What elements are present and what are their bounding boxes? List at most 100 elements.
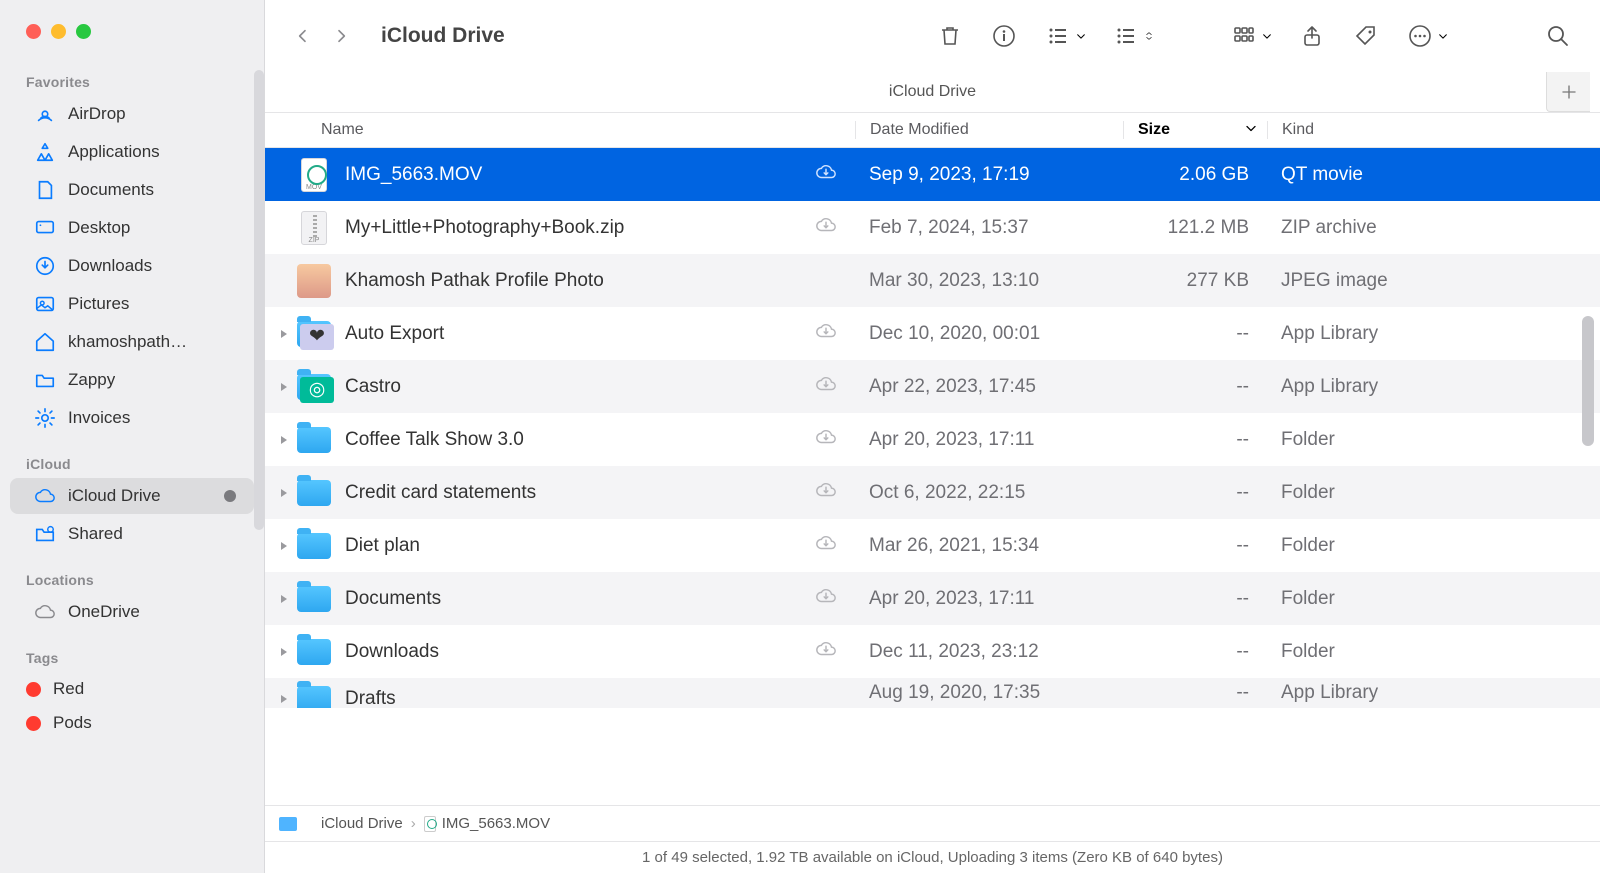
column-kind[interactable]: Kind xyxy=(1267,121,1600,139)
folder-icon xyxy=(297,686,331,708)
view-mode-menu[interactable] xyxy=(1230,22,1272,50)
cloud-download-icon[interactable] xyxy=(815,585,837,613)
file-row[interactable]: Drafts Aug 19, 2020, 17:35 -- App Librar… xyxy=(265,678,1600,708)
sidebar-item[interactable]: Zappy xyxy=(10,362,254,398)
app-folder-icon: ◎ xyxy=(297,374,331,400)
file-row[interactable]: Coffee Talk Show 3.0 Apr 20, 2023, 17:11… xyxy=(265,413,1600,466)
actions-menu[interactable] xyxy=(1406,22,1448,50)
sidebar-item[interactable]: iCloud Drive xyxy=(10,478,254,514)
file-row[interactable]: Documents Apr 20, 2023, 17:11 -- Folder xyxy=(265,572,1600,625)
cloud-download-icon[interactable] xyxy=(815,426,837,454)
cloud-download-icon[interactable] xyxy=(815,373,837,401)
sidebar-tag[interactable]: Pods xyxy=(0,706,264,740)
file-size: -- xyxy=(1123,682,1267,704)
column-modified[interactable]: Date Modified xyxy=(855,121,1123,139)
cloud-download-icon[interactable] xyxy=(815,638,837,666)
main-pane: iCloud Drive iCloud Drive Name Date Modi… xyxy=(265,0,1600,873)
path-crumb-file[interactable]: IMG_5663.MOV xyxy=(424,815,550,832)
sidebar-item[interactable]: Downloads xyxy=(10,248,254,284)
sidebar-item-label: Documents xyxy=(68,180,154,200)
sidebar-item-label: Zappy xyxy=(68,370,115,390)
sidebar-item-label: Downloads xyxy=(68,256,152,276)
nav-forward-button[interactable] xyxy=(331,26,351,46)
search-button[interactable] xyxy=(1544,22,1572,50)
sidebar-item-label: Desktop xyxy=(68,218,130,238)
sidebar-item[interactable]: Pictures xyxy=(10,286,254,322)
disclosure-triangle[interactable] xyxy=(271,647,297,657)
sidebar-item[interactable]: Shared xyxy=(10,516,254,552)
group-by-menu[interactable] xyxy=(1044,22,1086,50)
status-bar: 1 of 49 selected, 1.92 TB available on i… xyxy=(265,841,1600,873)
cloud-icon xyxy=(34,485,56,507)
column-size[interactable]: Size xyxy=(1123,121,1267,139)
file-row[interactable]: ❤ Auto Export Dec 10, 2020, 00:01 -- App… xyxy=(265,307,1600,360)
file-name: Drafts xyxy=(345,688,396,708)
file-kind: App Library xyxy=(1267,376,1600,398)
file-name: Diet plan xyxy=(345,535,420,557)
column-name[interactable]: Name xyxy=(265,121,855,139)
disclosure-triangle[interactable] xyxy=(271,382,297,392)
file-row[interactable]: Khamosh Pathak Profile Photo Mar 30, 202… xyxy=(265,254,1600,307)
disclosure-triangle[interactable] xyxy=(271,594,297,604)
tag-label: Pods xyxy=(53,713,92,733)
window-controls xyxy=(0,0,264,70)
sidebar-item-label: AirDrop xyxy=(68,104,126,124)
file-size: -- xyxy=(1123,641,1267,663)
sidebar-item[interactable]: Applications xyxy=(10,134,254,170)
file-name: Downloads xyxy=(345,641,439,663)
file-size: -- xyxy=(1123,376,1267,398)
tags-button[interactable] xyxy=(1352,22,1380,50)
file-row[interactable]: ZIP My+Little+Photography+Book.zip Feb 7… xyxy=(265,201,1600,254)
sidebar-item[interactable]: Invoices xyxy=(10,400,254,436)
cloud-download-icon[interactable] xyxy=(815,532,837,560)
column-headers: Name Date Modified Size Kind xyxy=(265,112,1600,148)
sidebar-item[interactable]: khamoshpath… xyxy=(10,324,254,360)
disclosure-triangle[interactable] xyxy=(271,435,297,445)
disclosure-triangle[interactable] xyxy=(271,488,297,498)
sidebar: FavoritesAirDropApplicationsDocumentsDes… xyxy=(0,0,265,873)
main-scrollbar[interactable] xyxy=(1582,316,1594,446)
info-button[interactable] xyxy=(990,22,1018,50)
trash-button[interactable] xyxy=(936,22,964,50)
sort-menu[interactable] xyxy=(1112,22,1154,50)
path-crumb-root[interactable]: iCloud Drive xyxy=(279,815,403,832)
file-modified: Apr 22, 2023, 17:45 xyxy=(855,376,1123,398)
sidebar-item[interactable]: Documents xyxy=(10,172,254,208)
file-row[interactable]: MOV IMG_5663.MOV Sep 9, 2023, 17:19 2.06… xyxy=(265,148,1600,201)
cloud-download-icon[interactable] xyxy=(815,161,837,189)
file-size: -- xyxy=(1123,535,1267,557)
new-tab-button[interactable] xyxy=(1546,72,1590,112)
tab-title[interactable]: iCloud Drive xyxy=(265,83,1600,101)
sidebar-scrollbar[interactable] xyxy=(254,70,264,530)
file-kind: Folder xyxy=(1267,482,1600,504)
cloud-download-icon[interactable] xyxy=(815,320,837,348)
disclosure-triangle[interactable] xyxy=(271,694,297,704)
file-modified: Aug 19, 2020, 17:35 xyxy=(855,682,1123,704)
file-kind: JPEG image xyxy=(1267,270,1600,292)
file-row[interactable]: Diet plan Mar 26, 2021, 15:34 -- Folder xyxy=(265,519,1600,572)
disclosure-triangle[interactable] xyxy=(271,329,297,339)
file-row[interactable]: Credit card statements Oct 6, 2022, 22:1… xyxy=(265,466,1600,519)
sidebar-item[interactable]: AirDrop xyxy=(10,96,254,132)
disclosure-triangle[interactable] xyxy=(271,541,297,551)
gear-icon xyxy=(34,407,56,429)
close-window-button[interactable] xyxy=(26,24,41,39)
nav-back-button[interactable] xyxy=(293,26,313,46)
fullscreen-window-button[interactable] xyxy=(76,24,91,39)
file-size: 121.2 MB xyxy=(1123,217,1267,239)
file-row[interactable]: ◎ Castro Apr 22, 2023, 17:45 -- App Libr… xyxy=(265,360,1600,413)
minimize-window-button[interactable] xyxy=(51,24,66,39)
file-modified: Feb 7, 2024, 15:37 xyxy=(855,217,1123,239)
sidebar-item[interactable]: OneDrive xyxy=(10,594,254,630)
cloud-download-icon[interactable] xyxy=(815,479,837,507)
file-size: -- xyxy=(1123,323,1267,345)
file-modified: Apr 20, 2023, 17:11 xyxy=(855,588,1123,610)
tab-bar: iCloud Drive xyxy=(265,72,1600,112)
share-button[interactable] xyxy=(1298,22,1326,50)
sidebar-section-label: iCloud xyxy=(0,452,264,478)
window-title: iCloud Drive xyxy=(381,24,505,48)
sidebar-item[interactable]: Desktop xyxy=(10,210,254,246)
cloud-download-icon[interactable] xyxy=(815,214,837,242)
file-row[interactable]: Downloads Dec 11, 2023, 23:12 -- Folder xyxy=(265,625,1600,678)
sidebar-tag[interactable]: Red xyxy=(0,672,264,706)
